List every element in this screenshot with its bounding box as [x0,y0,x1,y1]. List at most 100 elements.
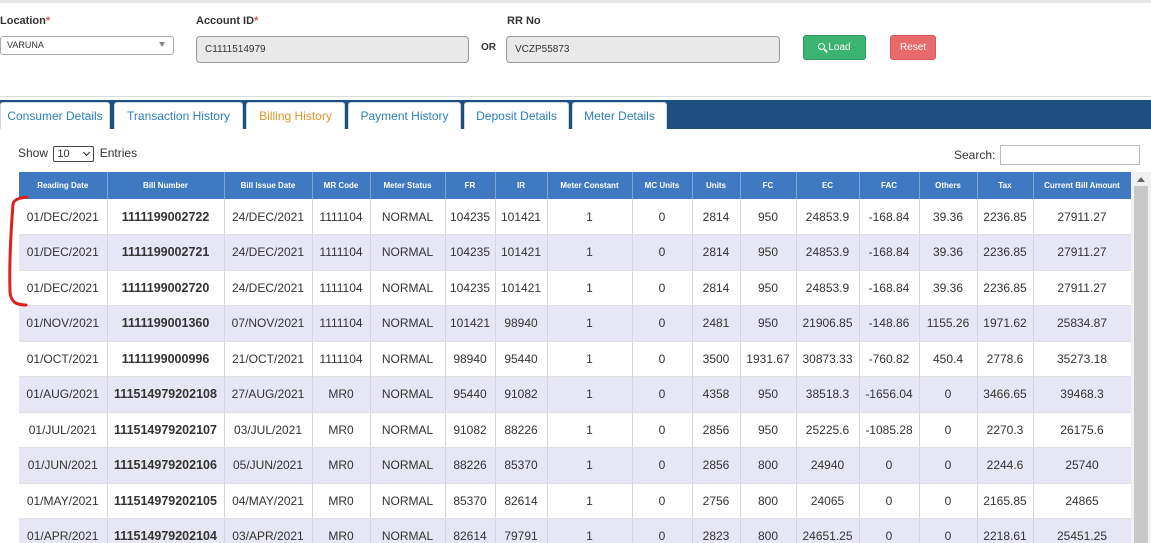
search-label: Search: [954,148,996,162]
table-body: 01/DEC/2021 1111199002722 24/DEC/2021 11111… [19,199,1132,543]
table-cell: 2814 [692,270,741,306]
table-cell: 1 [547,518,633,543]
table-cell: -1656.04 [859,376,920,413]
entries-select[interactable]: 10 [53,146,95,162]
column-header[interactable]: FC [740,172,797,199]
table-cell: 1 [547,305,633,342]
table-cell: 1971.62 [977,305,1034,342]
top-border [0,0,1151,3]
table-cell: 01/AUG/2021 [19,376,108,413]
column-header[interactable]: Meter Constant [547,172,633,199]
table-row: 01/DEC/2021 1111199002720 24/DEC/2021 11111… [19,270,1132,306]
table-cell: 111514979202105 [107,483,225,519]
table-cell: 104235 [445,234,496,271]
tab-deposit-details[interactable]: Deposit Details [464,102,569,129]
table-cell: 101421 [445,305,496,342]
table-cell: 0 [859,483,920,519]
tab-transaction-history[interactable]: Transaction History [114,102,243,129]
vertical-scrollbar[interactable] [1131,172,1151,543]
table-row: 01/NOV/2021 1111199001360 07/NOV/2021 11111… [19,305,1132,342]
table-cell: 88226 [445,447,496,484]
table-cell: NORMAL [370,412,446,448]
table-cell: 95440 [445,376,496,413]
column-header[interactable]: Others [919,172,978,199]
rr-no-input[interactable]: VCZP55873 [506,36,780,63]
table-cell: 01/OCT/2021 [19,341,108,377]
column-header[interactable]: EC [796,172,860,199]
table-cell: 24/DEC/2021 [224,234,313,271]
account-id-input[interactable]: C1111514979 [196,36,469,63]
column-header[interactable]: FAC [859,172,920,199]
table-cell: 1 [547,412,633,448]
load-button[interactable]: Load [803,35,866,60]
table-cell: 0 [919,447,978,484]
table-cell: 2236.85 [977,234,1034,271]
table-cell: 1111199002722 [107,199,225,235]
table-cell: 3466.65 [977,376,1034,413]
column-header[interactable]: Current Bill Amount [1033,172,1132,199]
table-cell: 01/DEC/2021 [19,234,108,271]
table-cell: 2856 [692,447,741,484]
table-cell: 39.36 [919,199,978,235]
table-cell: 2270.3 [977,412,1034,448]
divider [0,96,1151,97]
column-header[interactable]: MC Units [632,172,693,199]
table-cell: 2756 [692,483,741,519]
column-header[interactable]: Units [692,172,741,199]
column-header[interactable]: Bill Number [107,172,225,199]
table-cell: 01/NOV/2021 [19,305,108,342]
table-row: 01/JUL/2021 111514979202107 03/JUL/2021 MR0… [19,412,1132,448]
table-cell: 27911.27 [1033,199,1132,235]
table-cell: 800 [740,518,797,543]
table-cell: 0 [632,447,693,484]
table-cell: 1111104 [312,234,371,271]
tab-meter-details[interactable]: Meter Details [572,102,667,129]
table-cell: 101421 [495,234,548,271]
table-cell: NORMAL [370,483,446,519]
table-cell: 101421 [495,199,548,235]
entries-control: Show 10 Entries [18,146,137,162]
column-header[interactable]: IR [495,172,548,199]
table-cell: 0 [632,199,693,235]
column-header[interactable]: MR Code [312,172,371,199]
tab-payment-history[interactable]: Payment History [348,102,461,129]
tab-billing-history[interactable]: Billing History [246,102,345,129]
table-cell: 800 [740,483,797,519]
table-cell: 1155.26 [919,305,978,342]
table-cell: 2236.85 [977,270,1034,306]
table-cell: 25225.6 [796,412,860,448]
tab-consumer-details[interactable]: Consumer Details [0,102,110,129]
table-cell: 1111104 [312,341,371,377]
location-select[interactable]: VARUNA [0,36,174,55]
search-input[interactable] [1000,145,1140,165]
table-cell: -148.86 [859,305,920,342]
column-header[interactable]: FR [445,172,496,199]
search-icon [818,43,826,50]
table-cell: 0 [919,518,978,543]
table-cell: 111514979202104 [107,518,225,543]
table-cell: MR0 [312,483,371,519]
reset-button[interactable]: Reset [890,35,936,60]
table-cell: 03/JUL/2021 [224,412,313,448]
table-cell: 0 [632,234,693,271]
scrollbar-thumb[interactable] [1134,186,1148,543]
column-header[interactable]: Bill Issue Date [224,172,313,199]
column-header[interactable]: Tax [977,172,1034,199]
table-cell: 24940 [796,447,860,484]
scroll-up-arrow-icon[interactable] [1137,177,1145,182]
table-cell: 91082 [445,412,496,448]
table-cell: 2481 [692,305,741,342]
table-cell: 101421 [495,270,548,306]
table-cell: 1 [547,341,633,377]
table-cell: 01/DEC/2021 [19,199,108,235]
billing-history-table: Reading Date Bill Number Bill Issue Date MR… [19,172,1132,543]
table-cell: 24/DEC/2021 [224,199,313,235]
table-cell: 2814 [692,199,741,235]
table-cell: 2236.85 [977,199,1034,235]
column-header[interactable]: Meter Status [370,172,446,199]
table-row: 01/DEC/2021 1111199002721 24/DEC/2021 11111… [19,234,1132,271]
table-cell: 39.36 [919,270,978,306]
column-header[interactable]: Reading Date [19,172,108,199]
chevron-down-icon [83,148,91,157]
table-cell: 26175.6 [1033,412,1132,448]
